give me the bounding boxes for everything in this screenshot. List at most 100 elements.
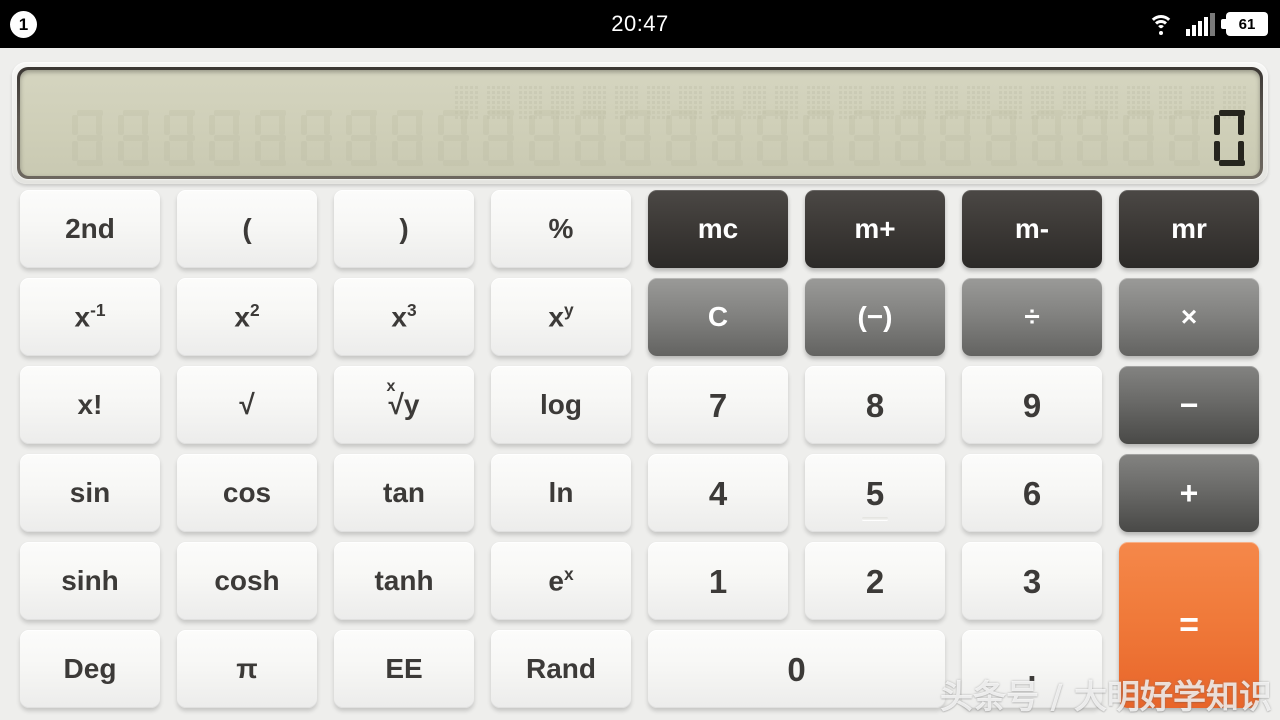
key-2nd[interactable]: 2nd xyxy=(20,190,160,268)
key-sin[interactable]: sin xyxy=(20,454,160,532)
key-power-label: xy xyxy=(548,302,573,332)
lcd-ghost-digit xyxy=(984,110,1018,166)
key-factorial-label: x! xyxy=(77,389,103,420)
key-mr[interactable]: mr xyxy=(1119,190,1259,268)
key-2-label: 2 xyxy=(865,562,885,600)
lcd-ghost-digit xyxy=(755,110,789,166)
key-subtract-label: − xyxy=(1179,387,1199,423)
key-cube-exponent: 3 xyxy=(406,300,417,321)
lcd-screen xyxy=(20,70,1260,176)
key-cosh[interactable]: cosh xyxy=(177,542,317,620)
key-reciprocal-exponent: -1 xyxy=(90,300,106,321)
lcd-ghost-digit xyxy=(664,110,698,166)
key-square[interactable]: x2 xyxy=(177,278,317,356)
lcd-ghost-digit xyxy=(344,110,378,166)
wifi-icon xyxy=(1147,12,1175,36)
key-open-paren[interactable]: ( xyxy=(177,190,317,268)
key-3[interactable]: 3 xyxy=(962,542,1102,620)
key-sinh-label: sinh xyxy=(61,565,119,596)
key-divide-label: ÷ xyxy=(1024,301,1040,332)
key-exp-label: ex xyxy=(548,564,574,596)
key-sqrt[interactable]: √ xyxy=(177,366,317,444)
key-pi[interactable]: π xyxy=(177,630,317,708)
key-7[interactable]: 7 xyxy=(648,366,788,444)
key-clear[interactable]: C xyxy=(648,278,788,356)
keypad: 2nd()% mc m+ m-mr x-1 x2 x3 xy C (−) ÷ × x! √ x √y log 7 8… xyxy=(0,190,1280,720)
key-6[interactable]: 6 xyxy=(962,454,1102,532)
key-1[interactable]: 1 xyxy=(648,542,788,620)
key-equals[interactable]: = xyxy=(1119,542,1259,708)
key-0-label: 0 xyxy=(787,650,806,688)
key-log[interactable]: log xyxy=(491,366,631,444)
lcd-ghost-digit xyxy=(1030,110,1064,166)
key-deg[interactable]: Deg xyxy=(20,630,160,708)
key-factorial[interactable]: x! xyxy=(20,366,160,444)
key-close-paren[interactable]: ) xyxy=(334,190,474,268)
display-bezel xyxy=(17,67,1263,179)
key-square-label: x2 xyxy=(234,301,259,333)
key-percent[interactable]: % xyxy=(491,190,631,268)
key-pi-label: π xyxy=(236,653,258,684)
key-ln[interactable]: ln xyxy=(491,454,631,532)
key-negate-label: (−) xyxy=(857,301,893,332)
key-m-plus[interactable]: m+ xyxy=(805,190,945,268)
key-cos[interactable]: cos xyxy=(177,454,317,532)
key-9-label: 9 xyxy=(1022,386,1042,424)
key-equals-label: = xyxy=(1179,606,1199,644)
battery-icon: 61 xyxy=(1221,12,1268,36)
key-reciprocal[interactable]: x-1 xyxy=(20,278,160,356)
key-square-base: x xyxy=(234,301,250,333)
lcd-seven-segment-row xyxy=(70,110,1246,166)
lcd-ghost-digit xyxy=(253,110,287,166)
key-sinh[interactable]: sinh xyxy=(20,542,160,620)
key-power[interactable]: xy xyxy=(491,278,631,356)
key-decimal-label: . xyxy=(1027,650,1037,688)
display-panel xyxy=(12,62,1268,184)
key-rand[interactable]: Rand xyxy=(491,630,631,708)
key-reciprocal-label: x-1 xyxy=(74,300,106,332)
key-m-minus[interactable]: m- xyxy=(962,190,1102,268)
key-rand-label: Rand xyxy=(526,653,596,684)
key-clear-label: C xyxy=(707,301,729,332)
key-decimal[interactable]: . xyxy=(962,630,1102,708)
lcd-ghost-digit xyxy=(1167,110,1201,166)
status-bar: 1 20:47 61 xyxy=(0,0,1280,48)
lcd-ghost-digit xyxy=(527,110,561,166)
lcd-ghost-digit xyxy=(1075,110,1109,166)
key-cosh-label: cosh xyxy=(214,565,280,596)
key-9[interactable]: 9 xyxy=(962,366,1102,444)
key-4[interactable]: 4 xyxy=(648,454,788,532)
key-nth-root-label: x √y xyxy=(387,379,420,419)
key-divide[interactable]: ÷ xyxy=(962,278,1102,356)
key-multiply[interactable]: × xyxy=(1119,278,1259,356)
lcd-ghost-digit xyxy=(162,110,196,166)
key-m-minus-label: m- xyxy=(1014,213,1050,244)
lcd-ghost-digit xyxy=(1121,110,1155,166)
key-subtract[interactable]: − xyxy=(1119,366,1259,444)
key-exp-exponent: x xyxy=(563,564,574,585)
key-mc[interactable]: mc xyxy=(648,190,788,268)
key-tanh[interactable]: tanh xyxy=(334,542,474,620)
key-5[interactable]: 5 xyxy=(805,454,945,532)
key-cube-label: x3 xyxy=(391,300,417,332)
key-8[interactable]: 8 xyxy=(805,366,945,444)
key-mr-label: mr xyxy=(1171,213,1207,244)
key-2[interactable]: 2 xyxy=(805,542,945,620)
key-multiply-label: × xyxy=(1180,301,1198,332)
key-8-label: 8 xyxy=(865,386,885,424)
key-cube[interactable]: x3 xyxy=(334,278,474,356)
lcd-ghost-digit xyxy=(481,110,515,166)
lcd-ghost-digit xyxy=(618,110,652,166)
key-5-label: 5 xyxy=(865,474,885,512)
key-4-label: 4 xyxy=(708,474,728,512)
home-key-marker xyxy=(862,517,888,520)
signal-bars-icon xyxy=(1186,12,1215,36)
lcd-ghost-digit xyxy=(573,110,607,166)
key-0[interactable]: 0 xyxy=(648,630,945,708)
key-exp[interactable]: ex xyxy=(491,542,631,620)
key-nth-root[interactable]: x √y xyxy=(334,366,474,444)
key-ee[interactable]: EE xyxy=(334,630,474,708)
key-tan[interactable]: tan xyxy=(334,454,474,532)
key-add[interactable]: + xyxy=(1119,454,1259,532)
key-negate[interactable]: (−) xyxy=(805,278,945,356)
